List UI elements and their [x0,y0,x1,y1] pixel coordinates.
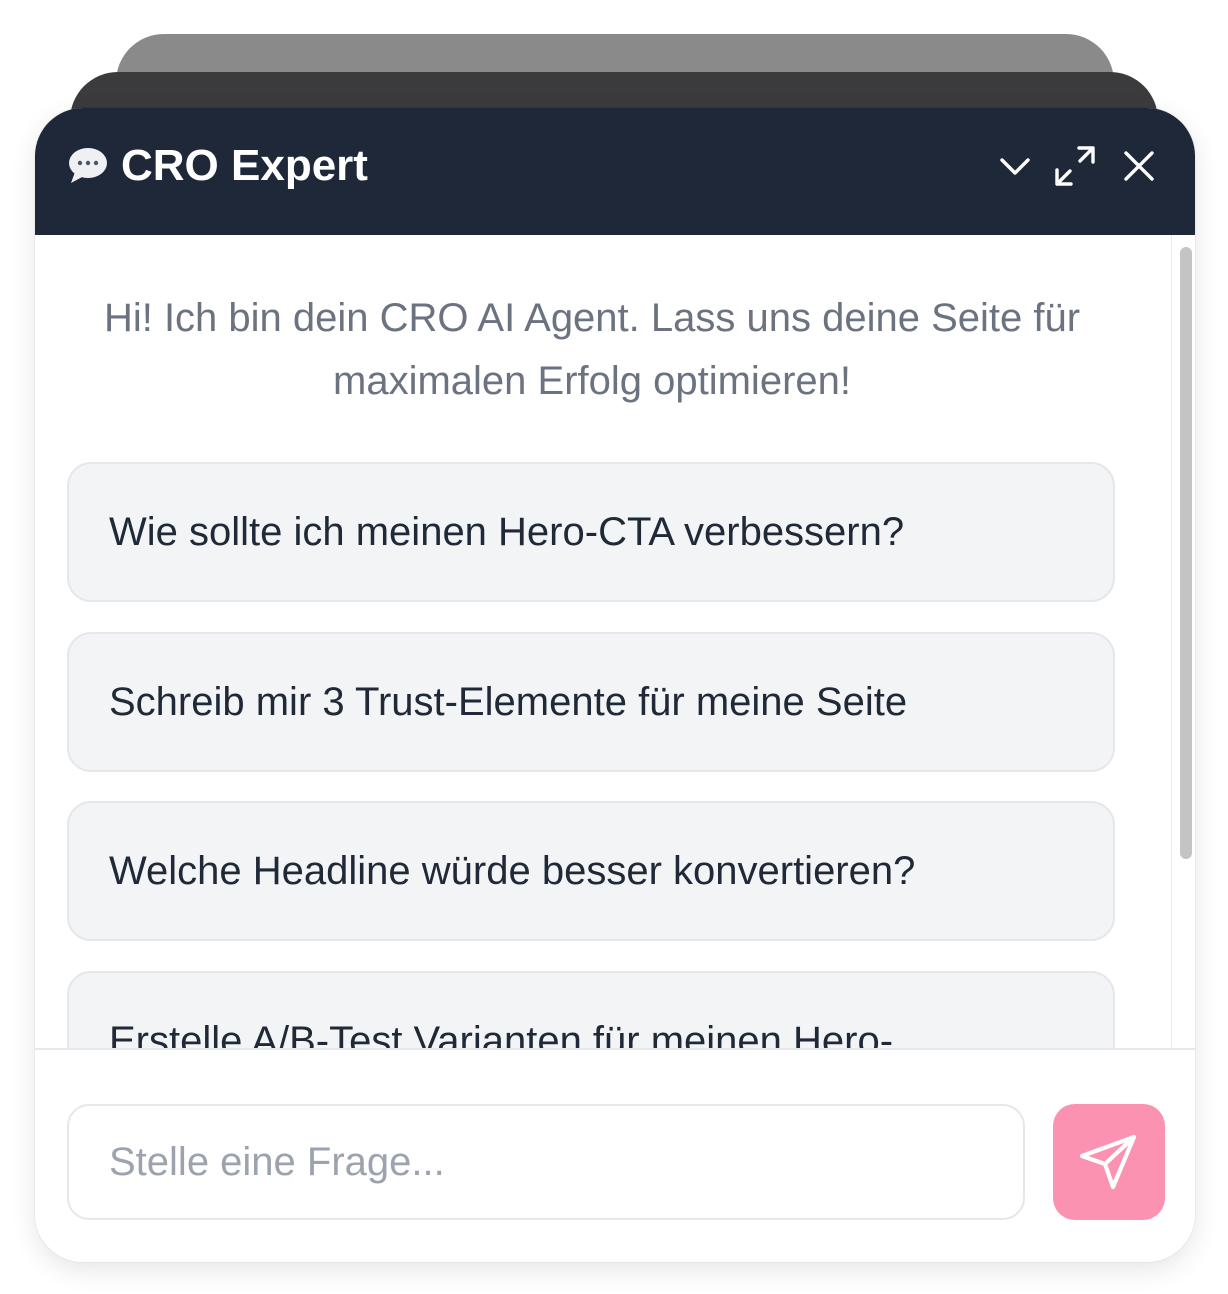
suggestion-label: Schreib mir 3 Trust-Elemente für meine S… [109,680,908,724]
expand-button[interactable] [1051,142,1099,190]
greeting-message: Hi! Ich bin dein CRO AI Agent. Lass uns … [103,296,1081,403]
scrollbar[interactable] [1171,235,1195,1048]
suggestion-chip[interactable]: Wie sollte ich meinen Hero-CTA verbesser… [67,462,1115,602]
close-icon [1124,151,1154,181]
suggestion-label: Welche Headline würde besser konvertiere… [109,849,916,893]
question-input[interactable] [67,1104,1025,1220]
chat-title: CRO Expert [121,141,368,190]
expand-arrows-icon [1055,146,1095,186]
chat-widget: CRO Expert Hi! Ich bin dein CRO AI Agent… [35,108,1195,1262]
suggestion-chip[interactable]: Welche Headline würde besser konvertiere… [67,801,1115,941]
send-button[interactable] [1053,1104,1165,1220]
close-button[interactable] [1115,142,1163,190]
scrollbar-thumb[interactable] [1180,247,1192,859]
composer [35,1048,1195,1262]
suggestion-chip[interactable]: Erstelle A/B-Test Varianten für meinen H… [67,971,1115,1048]
chat-header: CRO Expert [35,108,1195,235]
chevron-down-icon [1000,158,1030,175]
suggestion-chip[interactable]: Schreib mir 3 Trust-Elemente für meine S… [67,632,1115,772]
send-icon [1079,1134,1137,1190]
suggestion-label: Wie sollte ich meinen Hero-CTA verbesser… [109,510,905,554]
stage: CRO Expert Hi! Ich bin dein CRO AI Agent… [0,0,1228,1294]
collapse-button[interactable] [991,142,1039,190]
speech-bubble-icon [69,148,107,183]
message-area[interactable]: Hi! Ich bin dein CRO AI Agent. Lass uns … [35,235,1171,1048]
suggestion-label: Erstelle A/B-Test Varianten für meinen H… [109,1019,894,1048]
